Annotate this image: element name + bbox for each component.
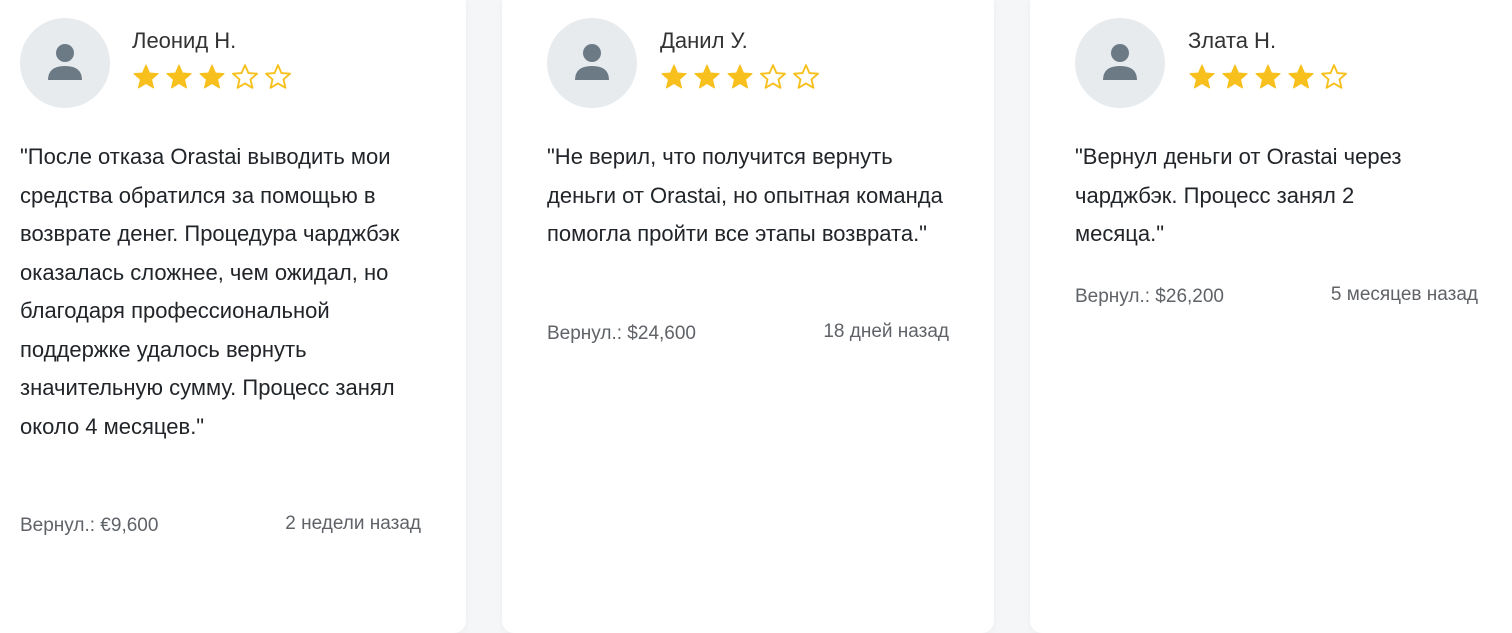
star-rating — [1188, 63, 1348, 93]
star-rating — [660, 63, 820, 93]
star-filled-icon — [727, 64, 753, 89]
avatar — [20, 18, 110, 108]
star-filled-icon — [1255, 64, 1281, 89]
star-empty-icon — [760, 64, 786, 89]
review-time: 18 дней назад — [823, 321, 949, 342]
star-rating — [132, 63, 292, 93]
user-icon — [48, 44, 82, 80]
review-text: "После отказа Orastai выводить мои средс… — [20, 144, 400, 439]
star-filled-icon — [1288, 64, 1314, 89]
recovered-amount: Вернул.: $24,600 — [547, 323, 696, 344]
user-icon — [575, 44, 609, 80]
star-filled-icon — [133, 64, 159, 89]
review-time: 2 недели назад — [285, 513, 421, 534]
user-icon — [1103, 44, 1137, 80]
avatar — [1075, 18, 1165, 108]
review-card: Злата Н. "Вернул деньги от Orastai через… — [1030, 0, 1512, 633]
star-empty-icon — [232, 64, 258, 89]
recovered-amount: Вернул.: $26,200 — [1075, 286, 1224, 307]
reviewer-name: Леонид Н. — [132, 28, 237, 53]
review-text: "Вернул деньги от Orastai через чарджбэк… — [1075, 144, 1402, 246]
review-text: "Не верил, что получится вернуть деньги … — [547, 144, 943, 246]
star-filled-icon — [661, 64, 687, 89]
star-filled-icon — [1222, 64, 1248, 89]
star-empty-icon — [265, 64, 291, 89]
star-filled-icon — [166, 64, 192, 89]
reviewer-name: Злата Н. — [1188, 28, 1277, 53]
star-filled-icon — [199, 64, 225, 89]
avatar — [547, 18, 637, 108]
review-card: Леонид Н. "После отказа Orastai выводить… — [0, 0, 466, 633]
review-time: 5 месяцев назад — [1330, 284, 1478, 305]
star-empty-icon — [1321, 64, 1347, 89]
reviewer-name: Данил У. — [660, 28, 748, 53]
star-filled-icon — [694, 64, 720, 89]
star-filled-icon — [1189, 64, 1215, 89]
recovered-amount: Вернул.: €9,600 — [20, 515, 159, 536]
star-empty-icon — [793, 64, 819, 89]
review-card: Данил У. "Не верил, что получится вернут… — [502, 0, 994, 633]
